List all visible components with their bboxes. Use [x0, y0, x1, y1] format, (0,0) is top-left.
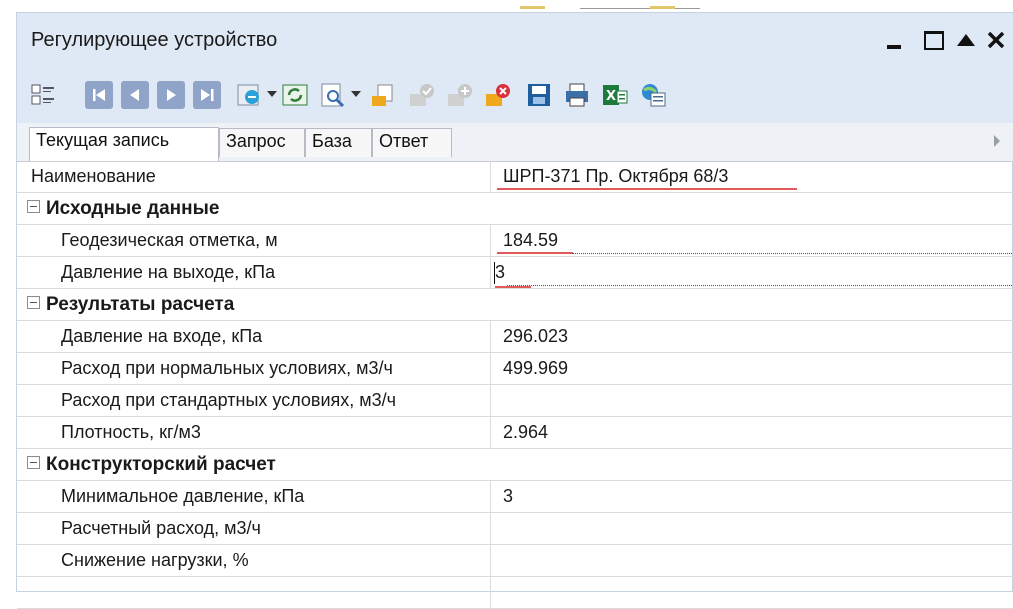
toolbar: X [17, 67, 1013, 123]
print-icon[interactable] [563, 81, 591, 109]
save-icon[interactable] [525, 81, 553, 109]
deco-line [580, 8, 700, 9]
empty-label-cell [17, 577, 491, 608]
property-label: Минимальное давление, кПа [17, 481, 491, 512]
spellcheck-underline [497, 252, 573, 254]
property-value[interactable]: 3 [491, 481, 1013, 512]
property-value[interactable] [491, 545, 1013, 576]
collapse-toggle-icon[interactable] [27, 456, 40, 470]
grid-row-empty [17, 577, 1013, 609]
grid-row[interactable]: Давление на входе, кПа 296.023 [17, 321, 1013, 353]
deco-bar [650, 6, 675, 9]
tab-current-record[interactable]: Текущая запись [29, 127, 219, 161]
property-label: Наименование [17, 161, 491, 192]
maximize-icon[interactable] [917, 23, 951, 57]
property-label: Давление на выходе, кПа [17, 257, 491, 288]
property-label: Плотность, кг/м3 [17, 417, 491, 448]
text-caret [494, 262, 495, 284]
property-label: Геодезическая отметка, м [17, 225, 491, 256]
top-decoration [0, 0, 1013, 12]
grid-row[interactable]: Расчетный расход, м3/ч [17, 513, 1013, 545]
grid-view-icon[interactable] [29, 81, 57, 109]
property-value[interactable] [491, 513, 1013, 544]
edit-dotted-line [572, 253, 1013, 254]
delete-record-icon[interactable] [483, 81, 511, 109]
property-value[interactable] [491, 385, 1013, 416]
property-value[interactable]: 296.023 [491, 321, 1013, 352]
property-label: Расход при нормальных условиях, м3/ч [17, 353, 491, 384]
grid-row[interactable]: Минимальное давление, кПа 3 [17, 481, 1013, 513]
tab-query[interactable]: Запрос [219, 128, 305, 157]
approve-record-icon[interactable] [407, 81, 435, 109]
add-record-icon[interactable] [445, 81, 473, 109]
tab-bar: Текущая запись Запрос База Ответ [17, 123, 1013, 162]
collapse-toggle-icon[interactable] [27, 296, 40, 310]
tab-scroll-right-icon[interactable] [994, 135, 1000, 147]
tab-base[interactable]: База [305, 128, 372, 157]
new-record-icon[interactable] [369, 81, 397, 109]
grid-row[interactable]: Расход при стандартных условиях, м3/ч [17, 385, 1013, 417]
map-export-icon[interactable] [639, 81, 667, 109]
collapse-up-icon[interactable] [949, 23, 983, 57]
svg-text:X: X [606, 89, 616, 104]
refresh-icon[interactable] [235, 81, 263, 109]
sync-icon[interactable] [281, 81, 309, 109]
property-value[interactable]: 499.969 [491, 353, 1013, 384]
title-bar: Регулирующее устройство [17, 13, 1013, 67]
chevron-down-icon[interactable] [351, 91, 361, 97]
collapse-toggle-icon[interactable] [27, 200, 40, 214]
close-icon[interactable] [979, 23, 1013, 57]
grid-row[interactable]: Расход при нормальных условиях, м3/ч 499… [17, 353, 1013, 385]
property-label: Давление на входе, кПа [17, 321, 491, 352]
property-label: Снижение нагрузки, % [17, 545, 491, 576]
property-value-editing[interactable]: 3 [491, 257, 1013, 288]
spellcheck-underline [495, 286, 531, 288]
property-value[interactable]: 2.964 [491, 417, 1013, 448]
edit-dotted-line [507, 285, 1013, 286]
section-title: Результаты расчета [46, 294, 235, 315]
property-label: Расчетный расход, м3/ч [17, 513, 491, 544]
section-header-design-calc[interactable]: Конструкторский расчет [17, 449, 1013, 481]
preview-icon[interactable] [319, 81, 347, 109]
spellcheck-underline [497, 188, 797, 190]
chevron-down-icon[interactable] [267, 91, 277, 97]
regulator-window: Регулирующее устройство X Текущая запись… [16, 12, 1013, 609]
last-record-icon[interactable] [193, 81, 221, 109]
first-record-icon[interactable] [85, 81, 113, 109]
deco-bar [520, 6, 545, 9]
empty-value-cell [491, 577, 1013, 608]
prev-record-icon[interactable] [121, 81, 149, 109]
section-header-results[interactable]: Результаты расчета [17, 289, 1013, 321]
excel-export-icon[interactable]: X [601, 81, 629, 109]
minimize-icon[interactable] [877, 23, 911, 57]
section-title: Исходные данные [46, 198, 220, 219]
window-title: Регулирующее устройство [31, 29, 278, 51]
tab-answer[interactable]: Ответ [372, 128, 452, 157]
grid-row[interactable]: Плотность, кг/м3 2.964 [17, 417, 1013, 449]
section-title: Конструкторский расчет [46, 454, 276, 475]
grid-row[interactable]: Снижение нагрузки, % [17, 545, 1013, 577]
next-record-icon[interactable] [157, 81, 185, 109]
section-header-initial-data[interactable]: Исходные данные [17, 193, 1013, 225]
property-label: Расход при стандартных условиях, м3/ч [17, 385, 491, 416]
